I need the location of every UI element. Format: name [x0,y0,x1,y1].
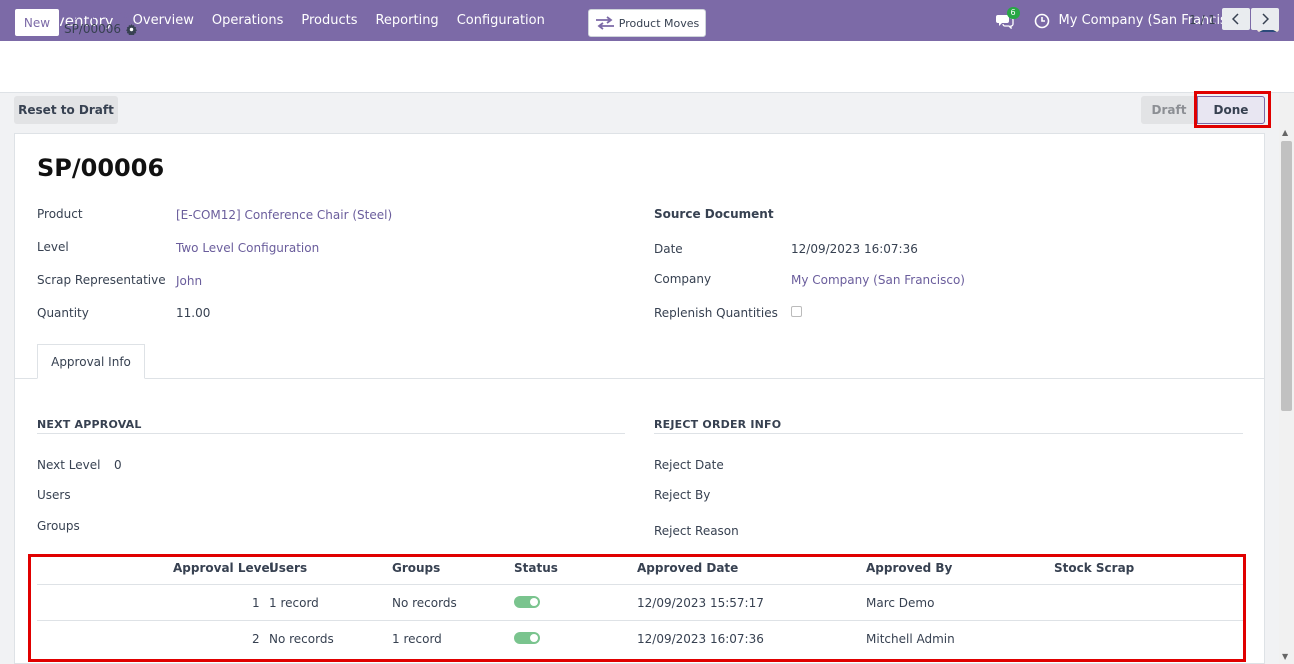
product-label: Product [37,207,83,221]
menu-configuration[interactable]: Configuration [448,13,554,28]
level-field[interactable]: Two Level Configuration [176,241,319,255]
chat-badge: 6 [1006,6,1020,19]
level-label: Level [37,240,69,254]
date-field[interactable]: 12/09/2023 16:07:36 [791,242,918,256]
source-document-label: Source Document [654,207,774,221]
menu-reporting[interactable]: Reporting [366,13,447,28]
menu-operations[interactable]: Operations [203,13,292,28]
company-switcher[interactable]: My Company (San Francisco) [1059,13,1247,28]
next-level-label: Next Level [37,458,101,472]
quantity-label: Quantity [37,306,89,320]
breadcrumb-my-approval[interactable]: My Approval [64,8,132,21]
reject-date-label: Reject Date [654,458,724,472]
groups-label: Groups [37,519,80,533]
quantity-field[interactable]: 11.00 [176,306,210,320]
users-label: Users [37,488,71,502]
next-approval-divider [37,433,625,434]
tab-approval-info[interactable]: Approval Info [37,344,145,379]
new-button[interactable]: New [14,8,60,37]
scrap-representative-label: Scrap Representative [37,273,166,287]
highlight-box-done [1194,91,1271,128]
chevron-right-icon [1262,13,1269,25]
record-title: SP/00006 [37,154,165,182]
company-field[interactable]: My Company (San Francisco) [791,273,965,287]
reject-order-info-divider [654,433,1243,434]
control-panel [0,41,1294,93]
replenish-quantities-label: Replenish Quantities [654,306,778,320]
scrap-representative-field[interactable]: John [176,274,202,288]
product-moves-button[interactable]: Product Moves [588,9,706,37]
date-label: Date [654,242,683,256]
gear-icon[interactable] [126,23,138,35]
record-name: SP/00006 [64,22,122,36]
reject-order-info-title: REJECT ORDER INFO [654,418,782,431]
scroll-down-icon[interactable]: ▼ [1282,652,1288,661]
menu-products[interactable]: Products [292,13,366,28]
tab-divider [15,378,1264,379]
pager-value[interactable]: 1 / 1 [1189,13,1216,27]
reset-to-draft-button[interactable]: Reset to Draft [14,96,118,124]
company-label: Company [654,272,712,286]
scrollbar-thumb[interactable] [1281,141,1292,411]
next-level-field: 0 [114,458,122,472]
status-draft[interactable]: Draft [1141,96,1197,124]
reject-by-label: Reject By [654,488,711,502]
chevron-left-icon [1232,13,1239,25]
breadcrumb-current: SP/00006 [64,22,138,36]
transfer-icon [595,16,614,30]
product-moves-label: Product Moves [618,16,700,30]
pager-previous-button[interactable] [1222,8,1250,30]
clock-icon[interactable] [1034,13,1050,29]
highlight-box-table [28,554,1246,662]
product-field[interactable]: [E-COM12] Conference Chair (Steel) [176,208,392,222]
scroll-up-icon[interactable]: ▲ [1282,128,1288,137]
reject-reason-label: Reject Reason [654,524,739,538]
chat-icon[interactable]: 6 [995,6,1020,30]
next-approval-title: NEXT APPROVAL [37,418,142,431]
replenish-quantities-checkbox[interactable] [791,306,802,317]
pager-next-button[interactable] [1251,8,1279,30]
